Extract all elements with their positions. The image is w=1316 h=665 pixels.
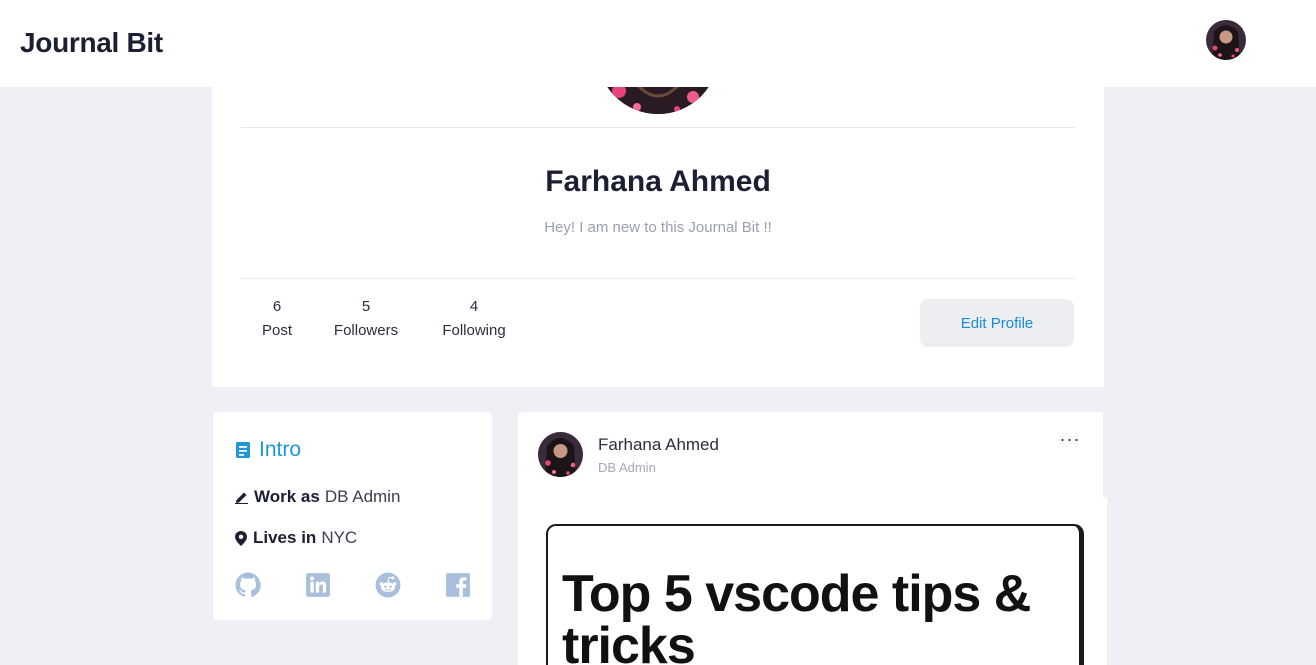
stat-posts[interactable]: 6 Post <box>252 298 302 340</box>
stat-following[interactable]: 4 Following <box>434 298 514 340</box>
intro-card: Intro Work as DB Admin Lives in NYC <box>213 412 492 620</box>
avatar-image <box>538 432 583 477</box>
user-avatar[interactable] <box>1206 20 1246 60</box>
stat-label: Followers <box>333 322 399 339</box>
profile-card: Farhana Ahmed Hey! I am new to this Jour… <box>212 31 1104 387</box>
github-icon[interactable] <box>235 572 261 598</box>
intro-heading: Intro <box>235 438 301 462</box>
profile-bio: Hey! I am new to this Journal Bit !! <box>544 219 772 236</box>
post-card-edge <box>1090 497 1107 665</box>
post-cover-title: Top 5 vscode tips & tricks <box>562 565 1031 665</box>
stat-followers[interactable]: 5 Followers <box>326 298 406 340</box>
work-label: Work as <box>254 487 320 506</box>
post-author-avatar[interactable] <box>538 432 583 477</box>
lives-label: Lives in <box>253 528 317 547</box>
divider <box>241 278 1074 279</box>
stat-value: 6 <box>272 298 282 315</box>
post-cover-image[interactable]: Top 5 vscode tips & tricks <box>546 524 1084 665</box>
stat-value: 5 <box>361 298 371 315</box>
linkedin-icon[interactable] <box>305 572 331 598</box>
post-author-role: DB Admin <box>598 460 656 475</box>
location-pin-icon <box>235 530 247 546</box>
edit-profile-button[interactable]: Edit Profile <box>920 299 1074 347</box>
pencil-icon <box>235 492 248 504</box>
brand-logo[interactable]: Journal Bit <box>20 27 163 59</box>
intro-location-row: Lives in NYC <box>235 528 357 548</box>
facebook-icon[interactable] <box>445 572 471 598</box>
more-options-icon[interactable]: ··· <box>1058 430 1082 452</box>
profile-name: Farhana Ahmed <box>545 165 771 198</box>
social-links <box>235 572 471 598</box>
stat-label: Post <box>261 322 292 339</box>
intro-work-row: Work as DB Admin <box>235 487 400 507</box>
post-author-name[interactable]: Farhana Ahmed <box>598 435 719 455</box>
lives-value: NYC <box>321 528 358 547</box>
divider <box>241 127 1075 128</box>
work-value: DB Admin <box>324 487 401 506</box>
reddit-icon[interactable] <box>375 572 401 598</box>
intro-icon <box>236 442 250 458</box>
intro-title: Intro <box>259 438 302 461</box>
stat-label: Following <box>442 322 506 339</box>
avatar-image <box>1206 20 1246 60</box>
stat-value: 4 <box>469 298 479 315</box>
top-navbar: Journal Bit <box>0 0 1316 87</box>
